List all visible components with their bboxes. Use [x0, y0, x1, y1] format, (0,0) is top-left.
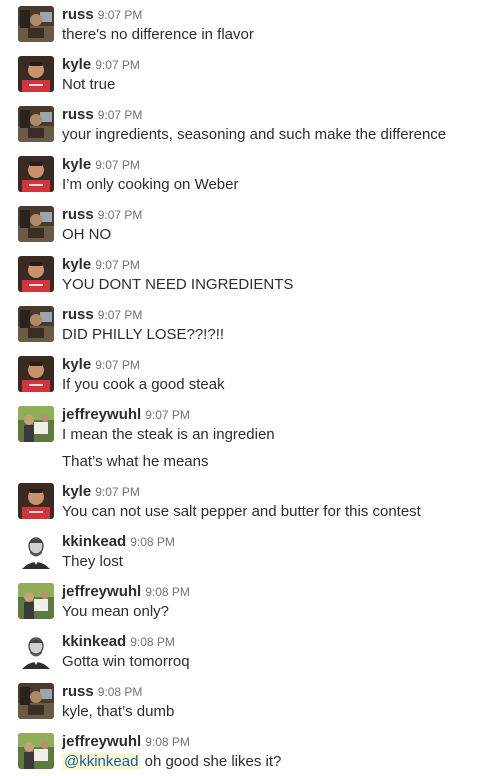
sender-name[interactable]: kyle	[62, 356, 91, 373]
message-timestamp[interactable]: 9:07 PM	[98, 208, 143, 222]
message-header: kyle 9:07 PM	[62, 256, 140, 274]
sender-name[interactable]: kyle	[62, 56, 91, 73]
message-header: russ 9:08 PM	[62, 683, 142, 701]
message-text: You can not use salt pepper and butter f…	[62, 503, 421, 520]
sender-name[interactable]: russ	[62, 106, 94, 123]
avatar-russ[interactable]	[18, 6, 54, 42]
message-timestamp[interactable]: 9:07 PM	[95, 258, 140, 272]
message-text: That’s what he means	[62, 453, 209, 470]
message-header: kyle 9:07 PM	[62, 56, 140, 74]
message-timestamp[interactable]: 9:07 PM	[145, 408, 190, 422]
avatar-kyle[interactable]	[18, 256, 54, 292]
sender-name[interactable]: kyle	[62, 256, 91, 273]
message-header: jeffreywuhl 9:08 PM	[62, 583, 190, 601]
avatar-jeffreywuhl[interactable]	[18, 583, 54, 619]
message-timestamp[interactable]: 9:07 PM	[95, 358, 140, 372]
sender-name[interactable]: jeffreywuhl	[62, 583, 141, 600]
message-timestamp[interactable]: 9:07 PM	[95, 485, 140, 499]
message-header: jeffreywuhl 9:07 PM	[62, 406, 190, 424]
message-text: If you cook a good steak	[62, 376, 225, 393]
sender-name[interactable]: kkinkead	[62, 633, 126, 650]
message-text: They lost	[62, 553, 123, 570]
message-text: OH NO	[62, 226, 112, 243]
avatar-kyle[interactable]	[18, 56, 54, 92]
avatar-jeffreywuhl[interactable]	[18, 406, 54, 442]
message-text: @kkinkead oh good she likes it?	[62, 752, 281, 772]
message-timestamp[interactable]: 9:07 PM	[98, 8, 143, 22]
message-text: DID PHILLY LOSE??!?!!	[62, 326, 225, 343]
message-feed: russ 9:07 PM there's no difference in fla…	[0, 0, 481, 776]
message-header: kyle 9:07 PM	[62, 483, 140, 501]
sender-name[interactable]: kyle	[62, 156, 91, 173]
sender-name[interactable]: jeffreywuhl	[62, 406, 141, 423]
avatar-russ[interactable]	[18, 306, 54, 342]
message-header: kkinkead 9:08 PM	[62, 533, 175, 551]
message-header: russ 9:07 PM	[62, 6, 142, 24]
avatar-russ[interactable]	[18, 683, 54, 719]
message-text: Not true	[62, 76, 116, 93]
message-header: russ 9:07 PM	[62, 106, 142, 124]
avatar-russ[interactable]	[18, 106, 54, 142]
message-timestamp[interactable]: 9:08 PM	[130, 535, 175, 549]
sender-name[interactable]: russ	[62, 206, 94, 223]
user-mention[interactable]: @kkinkead	[62, 753, 141, 770]
message-header: russ 9:07 PM	[62, 306, 142, 324]
message-text-body: oh good she likes it?	[144, 753, 282, 770]
avatar-jeffreywuhl[interactable]	[18, 733, 54, 769]
sender-name[interactable]: russ	[62, 6, 94, 23]
avatar-kyle[interactable]	[18, 156, 54, 192]
message-timestamp[interactable]: 9:07 PM	[95, 58, 140, 72]
message-text: Gotta win tomorroq	[62, 653, 190, 670]
message-text: You mean only?	[62, 603, 170, 620]
avatar-kyle[interactable]	[18, 483, 54, 519]
sender-name[interactable]: jeffreywuhl	[62, 733, 141, 750]
message-text: I’m only cooking on Weber	[62, 176, 239, 193]
message-text: your ingredients, seasoning and such mak…	[62, 126, 447, 143]
avatar-russ[interactable]	[18, 206, 54, 242]
message-header: kkinkead 9:08 PM	[62, 633, 175, 651]
avatar-kyle[interactable]	[18, 356, 54, 392]
avatar-kkinkead[interactable]	[18, 633, 54, 669]
message-timestamp[interactable]: 9:07 PM	[95, 158, 140, 172]
sender-name[interactable]: kyle	[62, 483, 91, 500]
message-timestamp[interactable]: 9:08 PM	[145, 585, 190, 599]
message-header: kyle 9:07 PM	[62, 156, 140, 174]
message-header: kyle 9:07 PM	[62, 356, 140, 374]
message-text: YOU DONT NEED INGREDIENTS	[62, 276, 294, 293]
message-header: russ 9:07 PM	[62, 206, 142, 224]
message-timestamp[interactable]: 9:07 PM	[98, 308, 143, 322]
message-text: kyle, that’s dumb	[62, 703, 175, 720]
message-header: jeffreywuhl 9:08 PM	[62, 733, 190, 751]
sender-name[interactable]: russ	[62, 306, 94, 323]
message-timestamp[interactable]: 9:08 PM	[130, 635, 175, 649]
sender-name[interactable]: russ	[62, 683, 94, 700]
message-timestamp[interactable]: 9:08 PM	[98, 685, 143, 699]
message-timestamp[interactable]: 9:07 PM	[98, 108, 143, 122]
message-text: I mean the steak is an ingredien	[62, 426, 275, 443]
avatar-kkinkead[interactable]	[18, 533, 54, 569]
message-timestamp[interactable]: 9:08 PM	[145, 735, 190, 749]
message-text: there's no difference in flavor	[62, 26, 254, 43]
sender-name[interactable]: kkinkead	[62, 533, 126, 550]
